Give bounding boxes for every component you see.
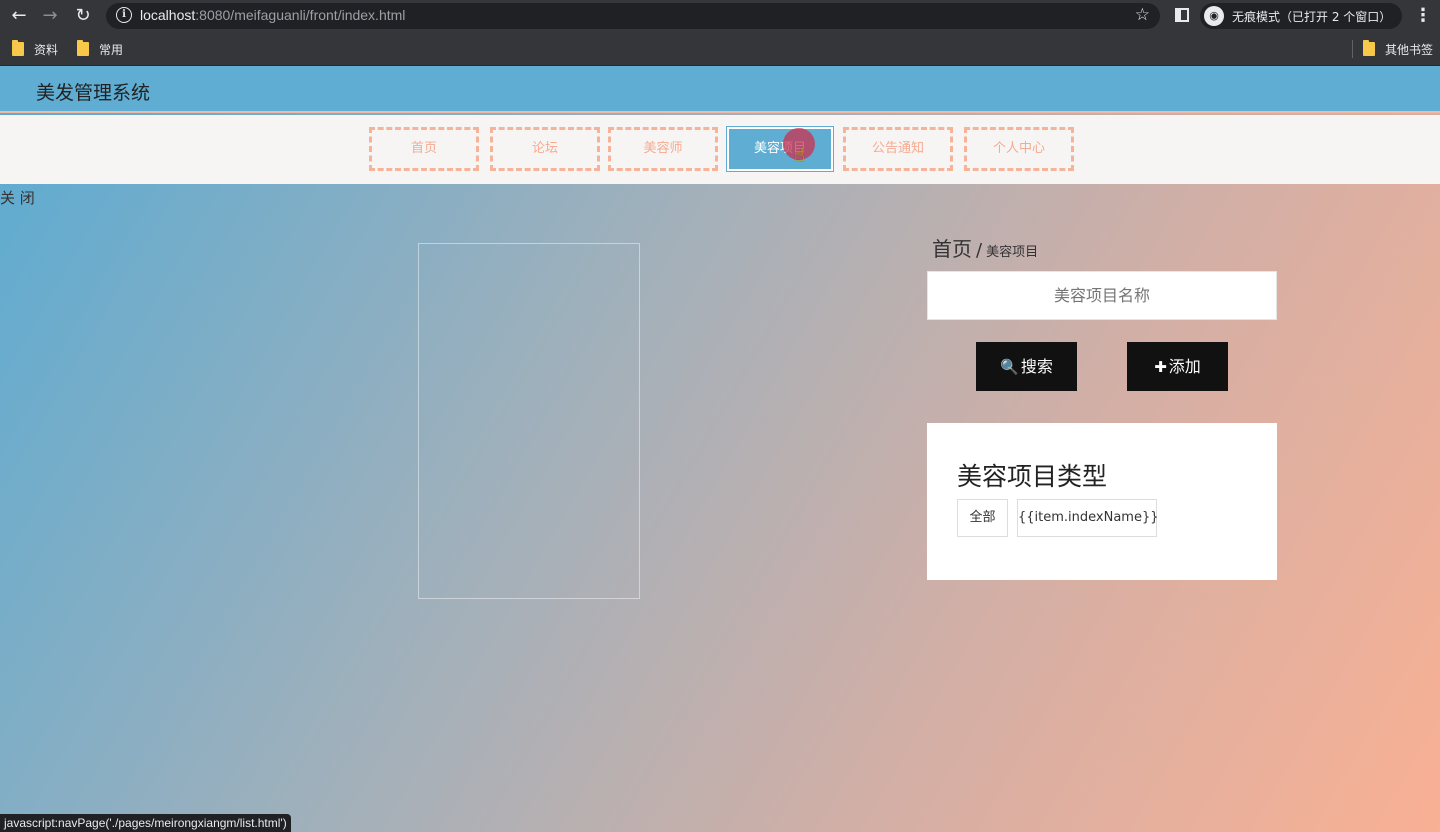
breadcrumb: 首页 / 美容项目 — [932, 233, 1038, 262]
search-icon: 🔍 — [1000, 358, 1019, 376]
back-arrow-icon[interactable]: ← — [8, 5, 30, 27]
address-url[interactable]: localhost:8080/meifaguanli/front/index.h… — [140, 7, 405, 23]
page-background: 美发管理系统 首页 论坛 美容师 美容项目 公告通知 个人中心 ☝ 关 闭 首页… — [0, 66, 1440, 832]
plus-icon: ✚ — [1154, 358, 1167, 376]
type-chip-all[interactable]: 全部 — [957, 499, 1008, 537]
close-link[interactable]: 关 闭 — [0, 187, 35, 208]
nav-item-personal-center[interactable]: 个人中心 — [964, 127, 1074, 171]
side-panel-icon[interactable] — [1175, 8, 1189, 22]
nav-item-forum[interactable]: 论坛 — [490, 127, 600, 171]
breadcrumb-current: 美容项目 — [986, 245, 1039, 260]
project-type-card: 美容项目类型 全部 {{item.indexName}} — [927, 423, 1277, 580]
folder-icon — [77, 40, 89, 56]
breadcrumb-home[interactable]: 首页 — [932, 237, 972, 261]
site-header: 美发管理系统 — [0, 66, 1440, 113]
project-type-title: 美容项目类型 — [957, 462, 1108, 491]
site-title: 美发管理系统 — [36, 82, 151, 104]
nav-item-beauticians[interactable]: 美容师 — [608, 127, 718, 171]
bookmark-folder-ziliao[interactable]: 资料 — [12, 40, 58, 57]
forward-arrow-icon[interactable]: → — [39, 5, 61, 27]
main-nav: 首页 论坛 美容师 美容项目 公告通知 个人中心 — [0, 115, 1440, 184]
nav-item-beauty-projects[interactable]: 美容项目 — [726, 126, 834, 172]
incognito-badge[interactable]: ◉ 无痕模式（已打开 2 个窗口） — [1200, 3, 1402, 29]
bookmark-star-icon[interactable]: ☆ — [1135, 5, 1150, 25]
browser-menu-icon[interactable]: ⋮ — [1414, 5, 1432, 27]
site-info-icon[interactable]: i — [116, 7, 132, 23]
browser-toolbar: ← → ↻ i localhost:8080/meifaguanli/front… — [0, 0, 1440, 32]
type-chip-item[interactable]: {{item.indexName}} — [1017, 499, 1159, 537]
add-button[interactable]: ✚ 添加 — [1127, 342, 1228, 391]
folder-icon — [1363, 40, 1375, 56]
project-name-search-input[interactable] — [927, 271, 1277, 320]
bookmark-folder-changyong[interactable]: 常用 — [77, 40, 123, 57]
incognito-icon: ◉ — [1204, 6, 1224, 26]
incognito-label: 无痕模式（已打开 2 个窗口） — [1232, 10, 1392, 24]
breadcrumb-separator: / — [976, 240, 983, 261]
hand-cursor-icon: ☝ — [794, 145, 805, 166]
reload-icon[interactable]: ↻ — [72, 5, 94, 27]
link-status-bar: javascript:navPage('./pages/meirongxiang… — [0, 814, 291, 832]
nav-item-notices[interactable]: 公告通知 — [843, 127, 953, 171]
bookmarks-divider — [1352, 40, 1353, 58]
nav-item-home[interactable]: 首页 — [369, 127, 479, 171]
image-placeholder — [418, 243, 640, 599]
address-bar[interactable]: i localhost:8080/meifaguanli/front/index… — [106, 3, 1160, 29]
search-button[interactable]: 🔍 搜索 — [976, 342, 1077, 391]
bookmark-folder-other[interactable]: 其他书签 — [1363, 40, 1433, 57]
folder-icon — [12, 40, 24, 56]
bookmarks-bar: 资料 常用 其他书签 — [0, 32, 1440, 66]
